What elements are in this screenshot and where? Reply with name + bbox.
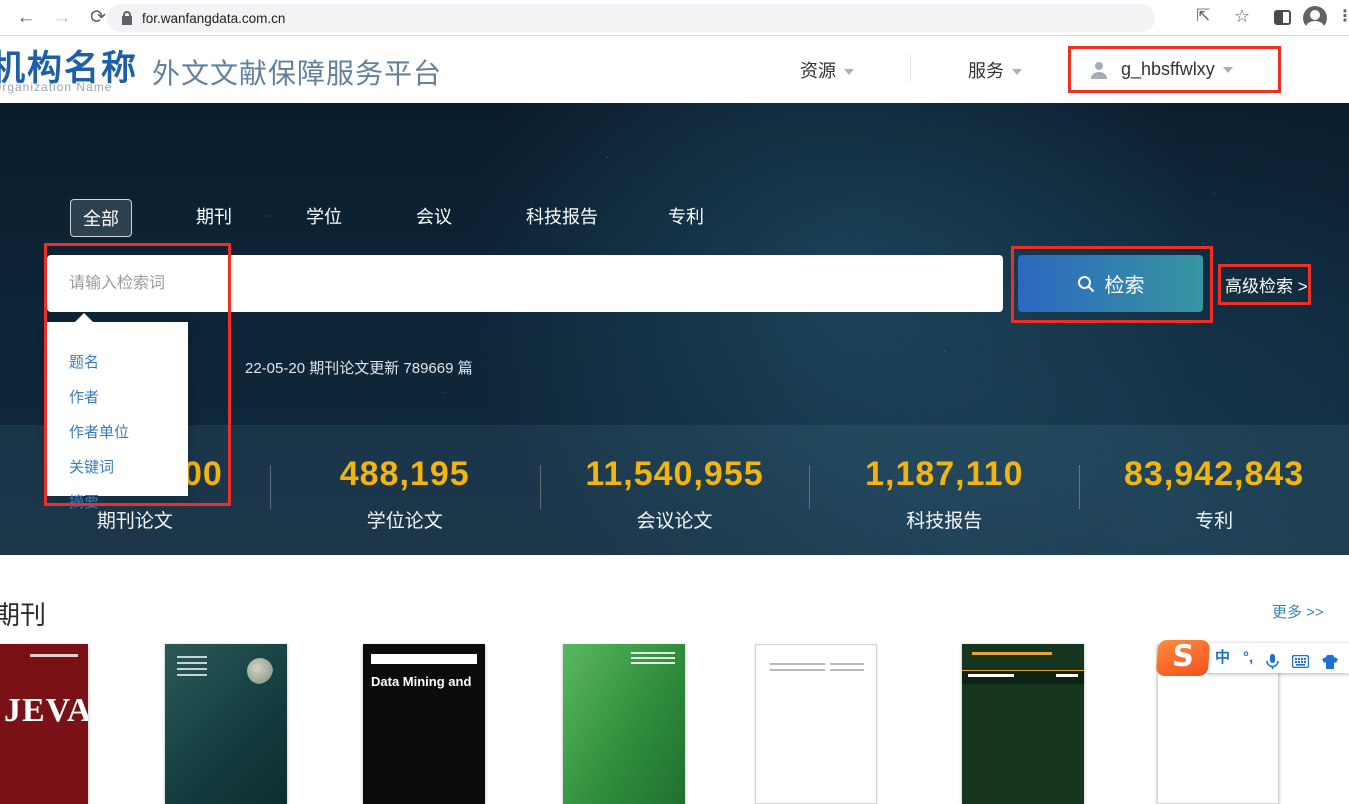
field-option-author[interactable]: 作者 (47, 379, 188, 414)
field-option-keyword[interactable]: 关键词 (47, 449, 188, 484)
chevron-down-icon (1012, 69, 1022, 75)
tab-tech-report[interactable]: 科技报告 (526, 203, 598, 229)
stat-label: 科技报告 (809, 506, 1079, 533)
update-notice: 22-05-20 期刊论文更新 789669 篇 (245, 357, 473, 378)
lock-icon (121, 11, 133, 25)
org-logo-en: Organization Name (0, 80, 112, 94)
stat-tech-reports: 1,187,110 科技报告 (809, 425, 1079, 555)
cover-text-lines (830, 663, 864, 675)
field-option-affiliation[interactable]: 作者单位 (47, 414, 188, 449)
search-icon (1077, 275, 1095, 293)
tab-degree[interactable]: 学位 (306, 203, 342, 229)
ime-skin-icon[interactable] (1322, 648, 1338, 669)
search-input[interactable] (47, 255, 1003, 312)
tab-all[interactable]: 全部 (70, 199, 132, 237)
journal-cover[interactable] (755, 644, 877, 804)
profile-avatar-icon[interactable] (1303, 6, 1327, 30)
cover-band (371, 654, 477, 664)
microphone-icon[interactable] (1266, 647, 1279, 670)
search-button-label: 检索 (1105, 269, 1145, 298)
journals-section: 期刊 更多 >> JEVA Data Mining and (0, 555, 1349, 679)
browser-toolbar: ← → ⟳ for.wanfangdata.com.cn ⇱ ☆ ⋮ (0, 0, 1349, 36)
forward-icon[interactable]: → (48, 4, 76, 32)
user-icon (1089, 60, 1109, 80)
sogou-ime-logo[interactable]: S (1156, 640, 1211, 676)
nav-resources[interactable]: 资源 (800, 57, 854, 83)
journal-cover[interactable]: Data Mining and (363, 644, 485, 804)
nav-services[interactable]: 服务 (968, 57, 1022, 83)
journal-cover[interactable] (563, 644, 685, 804)
ime-language-toggle[interactable]: 中 (1215, 643, 1230, 673)
side-panel-icon[interactable] (1274, 10, 1291, 25)
advanced-search-link[interactable]: 高级检索 > (1225, 272, 1308, 297)
stat-value: 83,942,843 (1079, 455, 1349, 494)
tab-conference[interactable]: 会议 (416, 203, 452, 229)
site-title: 外文文献保障服务平台 (152, 52, 442, 92)
search-field-dropdown: 题名 作者 作者单位 关键词 摘要 (47, 322, 188, 496)
cover-title: Data Mining and (371, 674, 471, 689)
stat-label: 学位论文 (270, 506, 540, 533)
chevron-down-icon (1223, 67, 1233, 73)
nav-services-label: 服务 (968, 61, 1004, 81)
nav-resources-label: 资源 (800, 61, 836, 81)
journals-heading: 期刊 (0, 595, 46, 632)
hero-banner: 全部 期刊 学位 会议 科技报告 专利 检索 高级检索 > 22-05-20 期… (0, 103, 1349, 555)
stat-label: 专利 (1079, 506, 1349, 533)
search-button[interactable]: 检索 (1018, 255, 1203, 312)
user-menu[interactable]: g_hbsffwlxy (1068, 46, 1281, 93)
nav-divider (910, 55, 911, 81)
stat-value: 1,187,110 (809, 455, 1079, 494)
field-option-abstract[interactable]: 摘要 (47, 484, 188, 519)
tab-journal[interactable]: 期刊 (196, 203, 232, 229)
chevron-down-icon (844, 69, 854, 75)
share-icon[interactable]: ⇱ (1196, 6, 1210, 26)
bookmark-star-icon[interactable]: ☆ (1234, 6, 1250, 27)
statistics-band: 00 期刊论文 488,195 学位论文 11,540,955 会议论文 1,1… (0, 425, 1349, 555)
field-option-title[interactable]: 题名 (47, 344, 188, 379)
stat-conference-papers: 11,540,955 会议论文 (540, 425, 810, 555)
journal-cover[interactable] (165, 644, 287, 804)
virtual-keyboard-icon[interactable] (1292, 648, 1309, 668)
stat-patents: 83,942,843 专利 (1079, 425, 1349, 555)
journal-cover[interactable]: JEVA (0, 644, 88, 804)
username-text: g_hbsffwlxy (1121, 59, 1215, 80)
ime-toolbar: 中 °, (1205, 643, 1349, 673)
site-header: 机构名称 Organization Name 外文文献保障服务平台 资源 服务 … (0, 37, 1349, 103)
back-icon[interactable]: ← (12, 4, 40, 32)
browser-menu-icon[interactable]: ⋮ (1337, 6, 1349, 26)
cover-text-lines (770, 663, 825, 675)
cover-title: JEVA (4, 692, 88, 730)
journal-cover[interactable] (962, 644, 1084, 804)
stat-value: 11,540,955 (540, 455, 810, 494)
url-text: for.wanfangdata.com.cn (142, 11, 285, 26)
stat-value: 488,195 (270, 455, 540, 494)
tab-patent[interactable]: 专利 (668, 203, 704, 229)
ime-punctuation-toggle[interactable]: °, (1243, 643, 1253, 673)
stat-label: 会议论文 (540, 506, 810, 533)
cover-band (962, 670, 1084, 684)
stat-degree-papers: 488,195 学位论文 (270, 425, 540, 555)
more-journals-link[interactable]: 更多 >> (1272, 601, 1324, 622)
address-bar[interactable]: for.wanfangdata.com.cn (107, 4, 1155, 32)
